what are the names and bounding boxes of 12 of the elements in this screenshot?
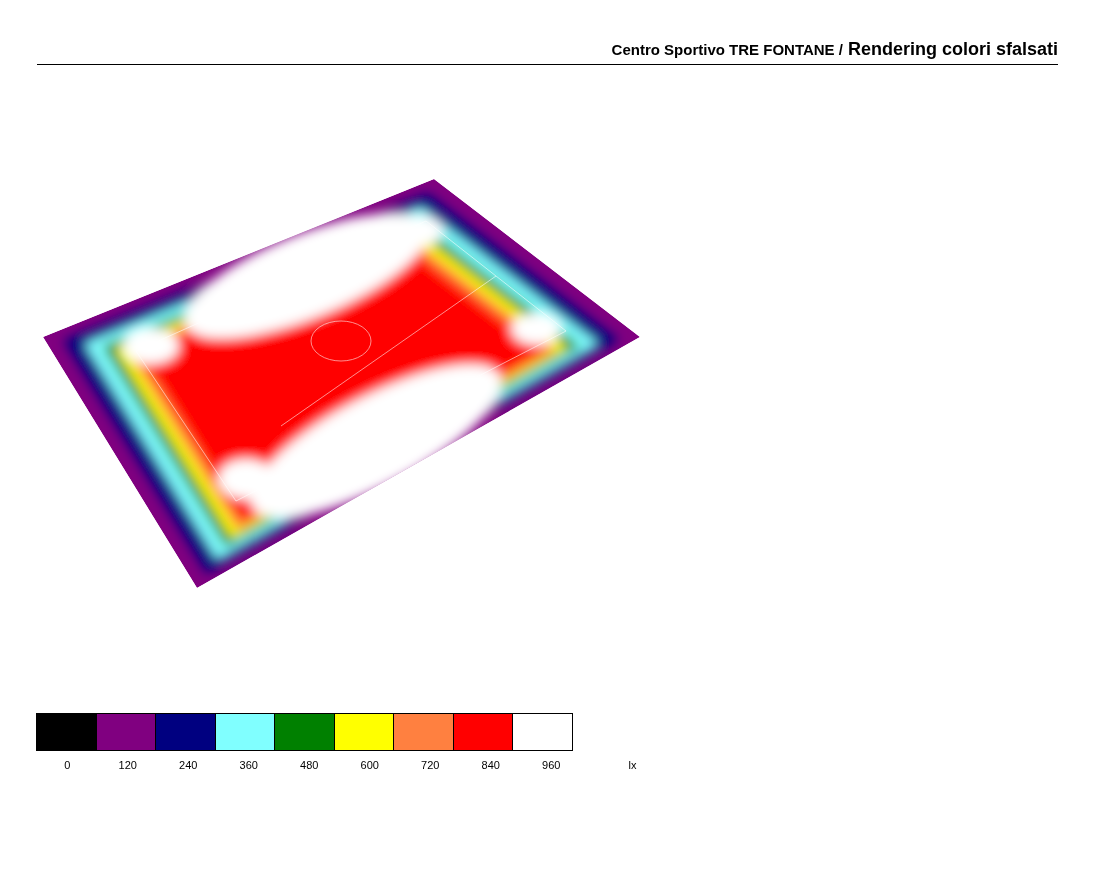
project-name: Centro Sportivo TRE FONTANE / <box>611 40 843 60</box>
legend-value: 840 <box>480 758 501 773</box>
legend-value: 480 <box>299 758 320 773</box>
page-title: Rendering colori sfalsati <box>847 38 1058 61</box>
legend-value: 600 <box>359 758 380 773</box>
legend-value: 720 <box>420 758 441 773</box>
legend-value: 240 <box>178 758 199 773</box>
unit-label: lx <box>628 758 637 773</box>
legend-value: 960 <box>541 758 562 773</box>
legend-value: 120 <box>117 758 138 773</box>
legend-value: 0 <box>63 758 72 773</box>
legend-value: 360 <box>238 758 259 773</box>
